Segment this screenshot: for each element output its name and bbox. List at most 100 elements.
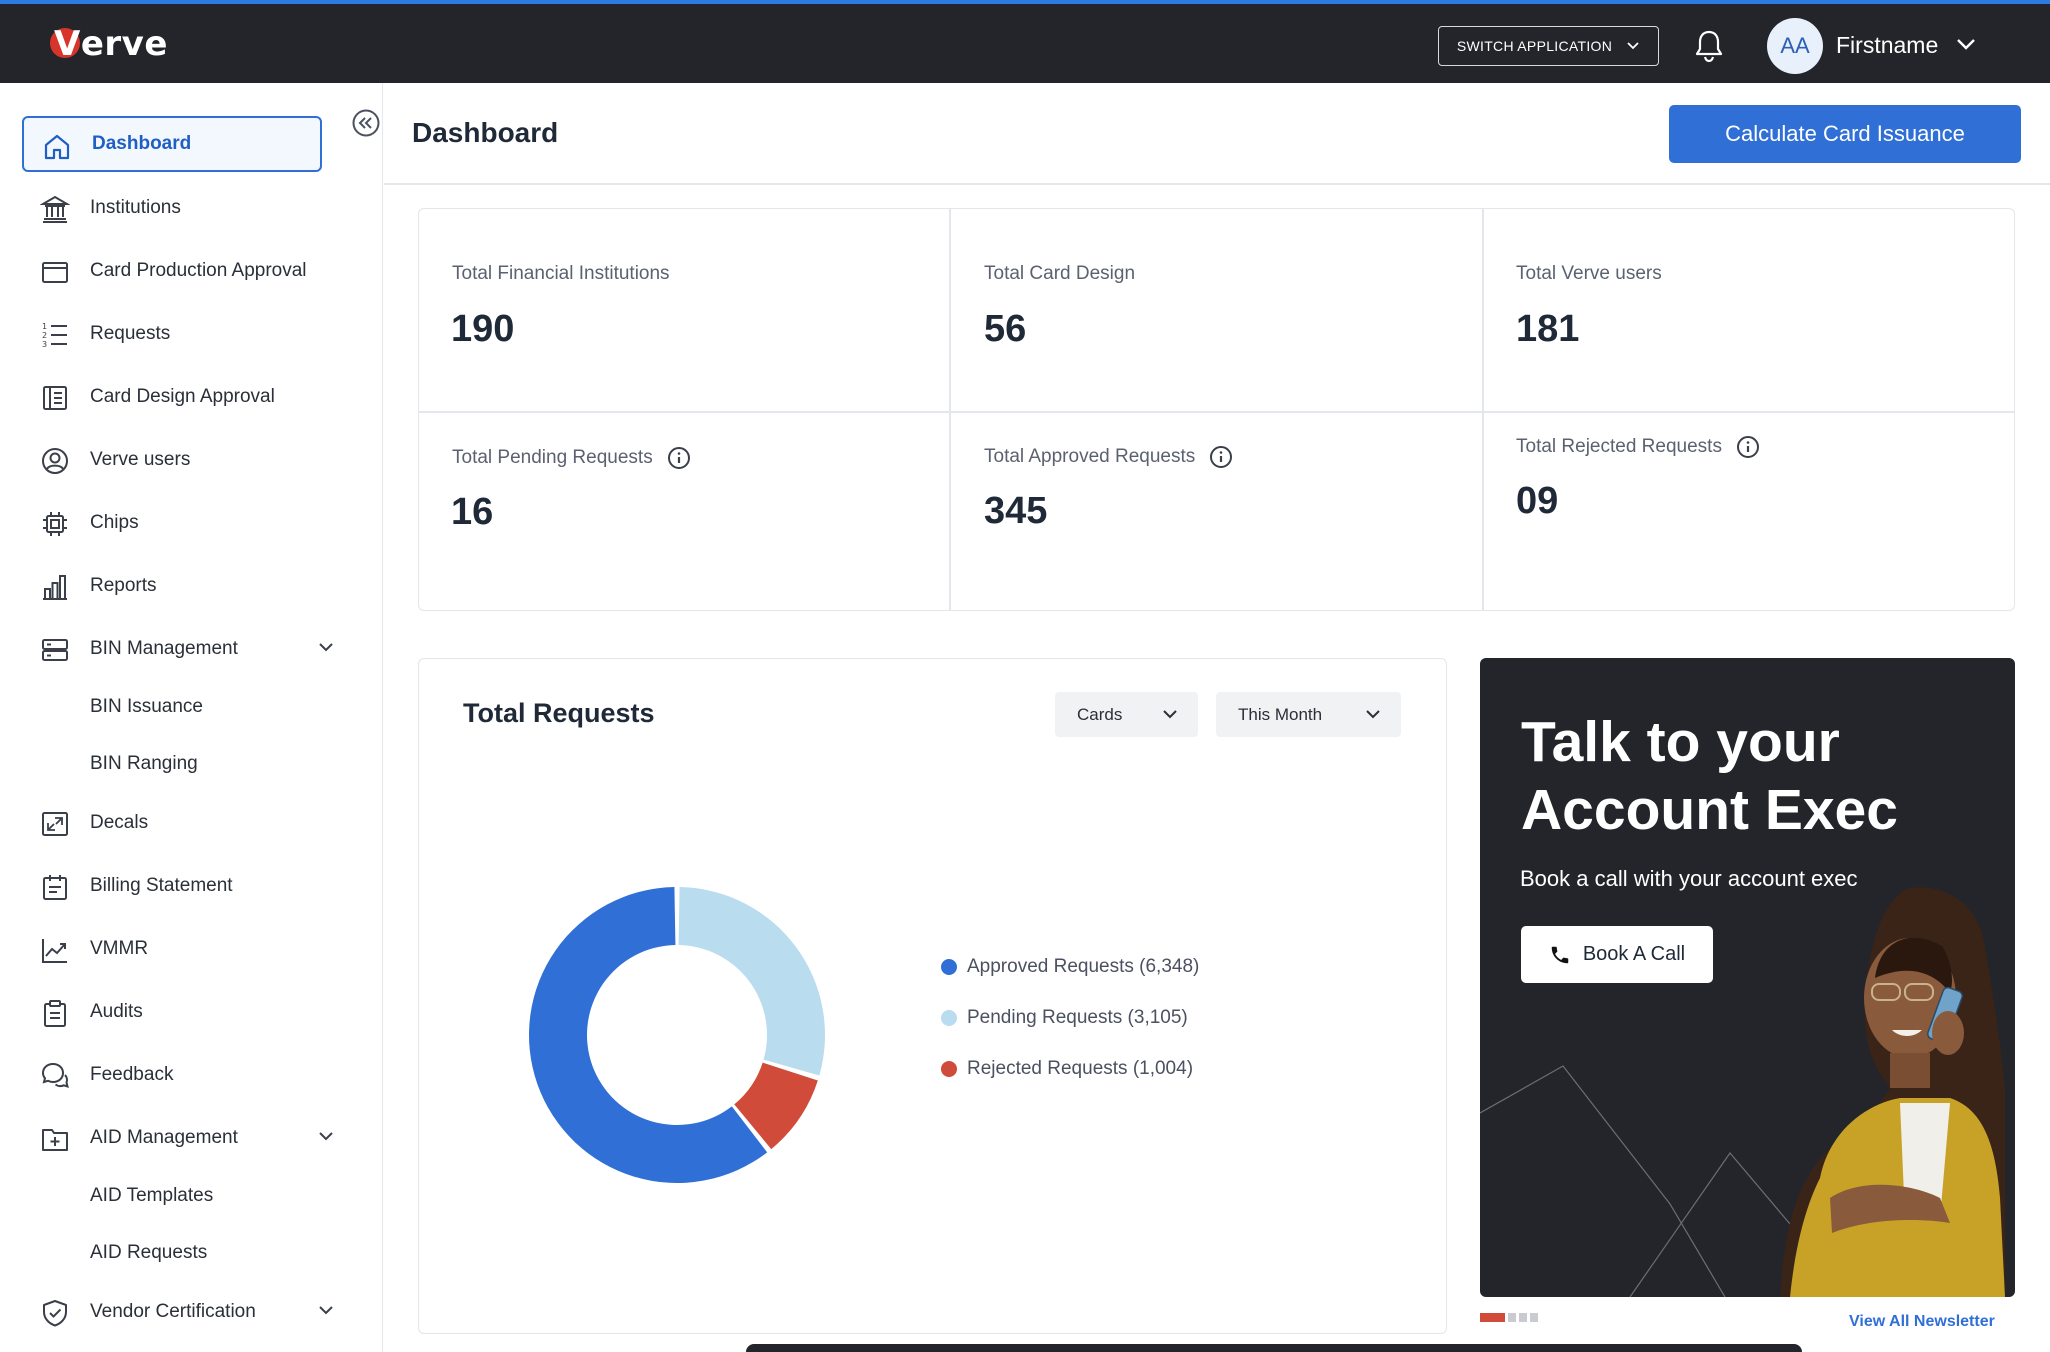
sidebar-subitem-aid-requests[interactable]: AID Requests [90,1242,207,1264]
sidebar-item-decals[interactable]: Decals [22,795,322,851]
bar-chart-icon [43,575,67,600]
requests-donut-chart [529,887,825,1183]
stat-label-text: Total Card Design [984,263,1136,284]
sidebar-item-label: Chips [90,512,139,533]
view-all-newsletter-link[interactable]: View All Newsletter [1849,1313,1995,1331]
svg-text:3: 3 [42,340,47,349]
stat-value-card-design: 56 [984,308,1027,350]
expand-icon [42,812,68,836]
sidebar-item-audits[interactable]: Audits [22,984,322,1040]
top-bar: Verve SWITCH APPLICATION AA Firstname [0,0,2050,83]
stat-label-text: Total Verve users [1516,263,1662,284]
user-name[interactable]: Firstname [1836,32,1938,59]
verve-logo[interactable]: Verve [50,24,168,64]
sidebar-item-requests[interactable]: 123 Requests [22,306,322,362]
user-menu-chevron-icon[interactable] [1955,36,1977,52]
svg-text:2: 2 [42,331,47,340]
sidebar-item-aid-management[interactable]: AID Management [22,1110,333,1166]
user-circle-icon [42,448,68,474]
chat-icon [41,1062,69,1089]
sidebar-item-chips[interactable]: Chips [22,495,322,551]
carousel-dot[interactable] [1508,1313,1516,1322]
sidebar-item-label: Vendor Certification [90,1301,256,1322]
sidebar-subitem-aid-templates[interactable]: AID Templates [90,1185,213,1207]
sidebar-item-card-design-approval[interactable]: Card Design Approval [22,369,322,425]
shield-check-icon [43,1300,67,1327]
period-filter-value: This Month [1238,704,1323,724]
stat-value-pending-requests: 16 [451,491,494,533]
stat-label-text: Total Rejected Requests [1516,436,1722,457]
info-icon[interactable] [1209,445,1233,469]
stat-label-text: Total Financial Institutions [452,263,670,284]
card-icon [42,262,68,283]
sidebar-item-label: BIN Management [90,638,238,659]
switch-application-button[interactable]: SWITCH APPLICATION [1438,26,1659,66]
logo-text: erve [80,24,168,64]
book-a-call-button[interactable]: Book A Call [1521,926,1713,983]
type-filter-dropdown[interactable]: Cards [1055,692,1198,737]
stats-divider [949,209,951,610]
sidebar-item-label: Decals [90,812,149,833]
sidebar-item-vmmr[interactable]: VMMR [22,921,322,977]
stat-label-verve-users: Total Verve users [1516,263,1662,285]
avatar[interactable]: AA [1767,18,1823,74]
calculate-card-issuance-button[interactable]: Calculate Card Issuance [1669,105,2021,163]
promo-subtitle: Book a call with your account exec [1520,866,1858,891]
chevron-down-icon [319,1306,333,1315]
carousel-indicator[interactable] [1480,1313,1538,1322]
legend-item-rejected: Rejected Requests (1,004) [941,1058,1193,1080]
legend-dot [941,959,957,975]
sidebar-item-bin-management[interactable]: BIN Management [22,621,333,677]
sidebar-item-label: Requests [90,323,171,344]
carousel-dot-active[interactable] [1480,1313,1505,1322]
promo-title: Talk to your Account Exec [1521,710,1898,842]
sidebar-item-feedback[interactable]: Feedback [22,1047,322,1103]
chevron-down-icon [1366,710,1380,719]
stats-divider [419,411,2014,413]
sidebar-item-dashboard[interactable]: Dashboard [22,116,322,172]
stat-label-rejected-requests: Total Rejected Requests [1516,435,1760,459]
sidebar-item-label: Dashboard [92,133,192,154]
sidebar-item-reports[interactable]: Reports [22,558,322,614]
account-exec-promo: Talk to your Account Exec Book a call wi… [1480,658,2015,1297]
carousel-dot[interactable] [1530,1313,1538,1322]
sidebar-subitem-bin-issuance[interactable]: BIN Issuance [90,696,203,718]
info-icon[interactable] [667,446,691,470]
donut-slice-pending-requests[interactable] [678,887,825,1076]
switch-application-label: SWITCH APPLICATION [1456,38,1613,54]
sidebar-item-label: Billing Statement [90,875,233,896]
stat-value-financial-institutions: 190 [451,308,515,350]
stat-label-approved-requests: Total Approved Requests [984,445,1233,469]
sidebar-item-card-production-approval[interactable]: Card Production Approval [22,243,322,299]
header-divider [384,183,2050,185]
sidebar-item-label: Card Production Approval [90,260,307,281]
period-filter-dropdown[interactable]: This Month [1216,692,1401,737]
server-icon [42,639,68,661]
stat-value-rejected-requests: 09 [1516,480,1559,522]
line-chart-icon [42,939,67,963]
stat-label-card-design: Total Card Design [984,263,1135,285]
legend-dot [941,1061,957,1077]
stat-label-text: Total Approved Requests [984,446,1196,467]
page-title: Dashboard [412,117,559,148]
sidebar-item-billing-statement[interactable]: Billing Statement [22,858,322,914]
bell-icon[interactable] [1692,28,1726,64]
stat-label-text: Total Pending Requests [452,447,653,468]
sidebar-item-verve-users[interactable]: Verve users [22,432,322,488]
stat-value-approved-requests: 345 [984,490,1048,532]
sidebar-item-institutions[interactable]: Institutions [22,180,322,236]
sidebar-item-label: Reports [90,575,157,596]
phone-icon [1551,946,1569,963]
total-requests-title: Total Requests [463,698,655,728]
carousel-dot[interactable] [1519,1313,1527,1322]
sidebar-subitem-bin-ranging[interactable]: BIN Ranging [90,753,198,775]
chevron-down-icon [1163,710,1177,719]
sidebar-item-label: Card Design Approval [90,386,275,407]
calendar-icon [43,875,67,900]
type-filter-value: Cards [1077,704,1123,724]
sidebar-item-vendor-certification[interactable]: Vendor Certification [22,1284,333,1340]
list-icon: 123 [42,322,67,349]
sidebar-item-label: Feedback [90,1064,174,1085]
collapse-sidebar-icon[interactable] [351,108,381,138]
info-icon[interactable] [1736,435,1760,459]
